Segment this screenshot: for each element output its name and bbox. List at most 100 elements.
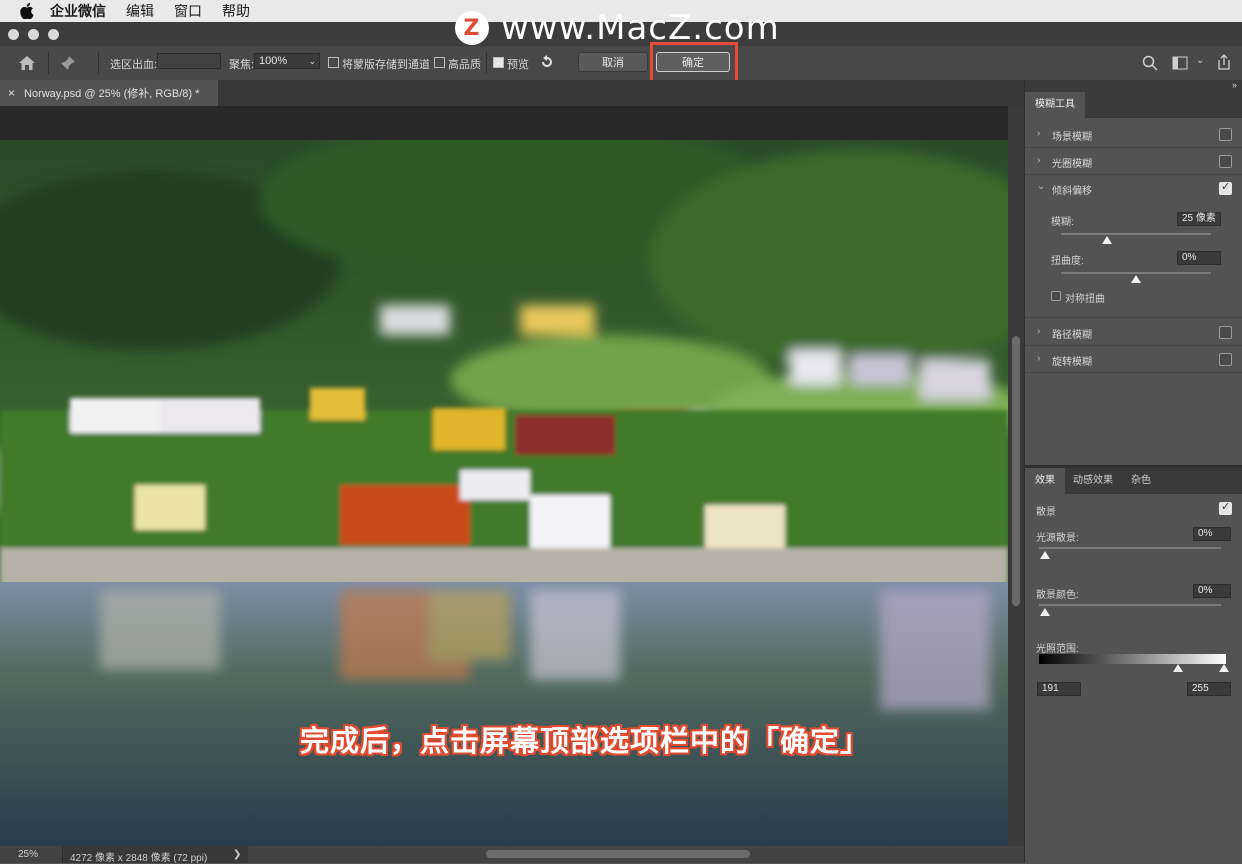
macz-logo: Z xyxy=(455,11,489,45)
chevron-right-icon: › xyxy=(1037,353,1041,364)
blur-item-label: 倾斜偏移 xyxy=(1052,186,1092,197)
scroll-thumb[interactable] xyxy=(1012,336,1020,606)
canvas-pasteboard xyxy=(0,106,1008,141)
close-tab-icon[interactable]: × xyxy=(8,86,15,100)
menu-help[interactable]: 帮助 xyxy=(222,1,250,21)
light-range-high-field[interactable]: 255 xyxy=(1187,682,1231,696)
preview-label: 预览 xyxy=(507,59,529,71)
menu-app-name[interactable]: 企业微信 xyxy=(50,1,106,21)
horizontal-scroll-thumb[interactable] xyxy=(486,850,750,858)
divider xyxy=(98,52,99,74)
chevron-right-icon[interactable]: ❯ xyxy=(233,849,241,860)
chevron-down-icon: ⌄ xyxy=(308,56,316,66)
tab-effects[interactable]: 效果 xyxy=(1025,468,1065,494)
save-mask-label: 将蒙版存储到通道 xyxy=(342,59,430,71)
light-range-gradient xyxy=(1039,654,1226,664)
spin-blur-checkbox[interactable] xyxy=(1219,353,1232,366)
chevron-down-icon[interactable]: ⌄ xyxy=(1196,55,1204,66)
tab-blur-tools[interactable]: 模糊工具 xyxy=(1025,92,1085,118)
bokeh-color-label: 散景颜色: xyxy=(1036,590,1079,601)
blur-item-path[interactable]: › 路径模糊 xyxy=(1025,318,1242,346)
light-range-label: 光照范围: xyxy=(1036,644,1079,655)
tutorial-caption: 完成后，点击屏幕顶部选项栏中的「确定」 xyxy=(300,726,871,758)
blur-item-label: 旋转模糊 xyxy=(1052,357,1092,368)
chevron-right-icon: › xyxy=(1037,326,1041,337)
blur-item-tilt-shift[interactable]: ⌄ 倾斜偏移 模糊: 25 像素 扭曲度: 0% 对称扭曲 xyxy=(1025,174,1242,318)
focus-dropdown[interactable]: 100% ⌄ xyxy=(254,53,320,69)
iris-blur-checkbox[interactable] xyxy=(1219,155,1232,168)
apple-icon[interactable] xyxy=(20,3,34,19)
light-bokeh-field[interactable]: 0% xyxy=(1193,527,1231,541)
blur-item-label: 光圈模糊 xyxy=(1052,159,1092,170)
distortion-field[interactable]: 0% xyxy=(1177,251,1221,265)
chevron-right-icon: › xyxy=(1037,155,1041,166)
light-range-low-field[interactable]: 191 xyxy=(1037,682,1081,696)
distortion-slider-thumb[interactable] xyxy=(1131,275,1141,283)
bokeh-color-field[interactable]: 0% xyxy=(1193,584,1231,598)
bokeh-color-slider-track[interactable] xyxy=(1039,604,1221,606)
distortion-label: 扭曲度: xyxy=(1051,256,1084,267)
preview-checkbox[interactable] xyxy=(493,57,504,68)
light-range-high-thumb[interactable] xyxy=(1219,664,1229,672)
path-blur-checkbox[interactable] xyxy=(1219,326,1232,339)
home-icon[interactable] xyxy=(18,55,36,71)
pin-icon[interactable] xyxy=(60,55,76,71)
chevron-down-icon: ⌄ xyxy=(1037,181,1046,192)
light-bokeh-label: 光源散景: xyxy=(1036,533,1079,544)
cancel-button[interactable]: 取消 xyxy=(578,52,648,72)
divider xyxy=(486,52,487,74)
tilt-shift-checkbox[interactable] xyxy=(1219,180,1232,195)
workspace-icon[interactable] xyxy=(1172,56,1188,70)
light-bokeh-slider-thumb[interactable] xyxy=(1040,551,1050,559)
blur-amount-label: 模糊: xyxy=(1051,217,1074,228)
reset-icon[interactable] xyxy=(538,54,556,70)
bokeh-checkbox[interactable] xyxy=(1219,500,1232,515)
menu-window[interactable]: 窗口 xyxy=(174,1,202,21)
watermark: Z www.MacZ.com xyxy=(455,8,780,48)
divider xyxy=(48,52,49,74)
blur-slider-thumb[interactable] xyxy=(1102,236,1112,244)
light-bokeh-slider-track[interactable] xyxy=(1039,547,1221,549)
distortion-slider-track[interactable] xyxy=(1061,272,1211,274)
high-quality-label: 高品质 xyxy=(448,59,481,71)
focus-value: 100% xyxy=(259,55,288,67)
close-window-button[interactable] xyxy=(8,29,19,40)
menu-edit[interactable]: 编辑 xyxy=(126,1,154,21)
selection-bleed-field[interactable] xyxy=(157,53,221,69)
symmetric-distortion-label: 对称扭曲 xyxy=(1065,294,1105,305)
save-mask-checkbox[interactable] xyxy=(328,57,339,68)
bokeh-label: 散景 xyxy=(1036,507,1056,518)
ok-button[interactable]: 确定 xyxy=(656,52,730,72)
collapse-icon[interactable]: » xyxy=(1232,80,1237,90)
status-bar: 25% 4272 像素 x 2848 像素 (72 ppi) ❯ xyxy=(0,846,1024,864)
symmetric-distortion-checkbox[interactable] xyxy=(1051,291,1061,301)
blur-item-label: 路径模糊 xyxy=(1052,330,1092,341)
blur-item-spin[interactable]: › 旋转模糊 xyxy=(1025,345,1242,373)
blur-slider-track[interactable] xyxy=(1061,233,1211,235)
tab-motion-effects[interactable]: 动感效果 xyxy=(1063,468,1123,494)
share-icon[interactable] xyxy=(1216,54,1232,70)
blur-item-field[interactable]: › 场景模糊 xyxy=(1025,120,1242,148)
high-quality-checkbox[interactable] xyxy=(434,57,445,68)
blur-tools-tabbar: 模糊工具 xyxy=(1025,92,1242,118)
effects-tabbar: 效果 动感效果 杂色 xyxy=(1025,468,1242,494)
blur-item-label: 场景模糊 xyxy=(1052,132,1092,143)
zoom-level[interactable]: 25% xyxy=(18,849,38,860)
selection-bleed-label: 选区出血: xyxy=(110,59,158,71)
watermark-text: www.MacZ.com xyxy=(501,8,780,48)
zoom-window-button[interactable] xyxy=(48,29,59,40)
document-info: 4272 像素 x 2848 像素 (72 ppi) xyxy=(70,853,208,864)
vertical-scrollbar[interactable] xyxy=(1008,106,1024,846)
light-range-low-thumb[interactable] xyxy=(1173,664,1183,672)
blur-amount-field[interactable]: 25 像素 xyxy=(1177,212,1221,226)
field-blur-checkbox[interactable] xyxy=(1219,128,1232,141)
document-tab[interactable]: × Norway.psd @ 25% (修补, RGB/8) * xyxy=(0,80,218,106)
blur-panel: » 模糊工具 › 场景模糊 › 光圈模糊 ⌄ 倾斜偏移 模糊: 25 像素 扭曲… xyxy=(1024,80,1242,863)
focus-label: 聚焦: xyxy=(229,59,255,71)
minimize-window-button[interactable] xyxy=(28,29,39,40)
blur-item-iris[interactable]: › 光圈模糊 xyxy=(1025,147,1242,175)
bokeh-color-slider-thumb[interactable] xyxy=(1040,608,1050,616)
tab-noise[interactable]: 杂色 xyxy=(1121,468,1161,494)
search-icon[interactable] xyxy=(1142,55,1158,71)
document-tab-title: Norway.psd @ 25% (修补, RGB/8) * xyxy=(24,88,200,100)
